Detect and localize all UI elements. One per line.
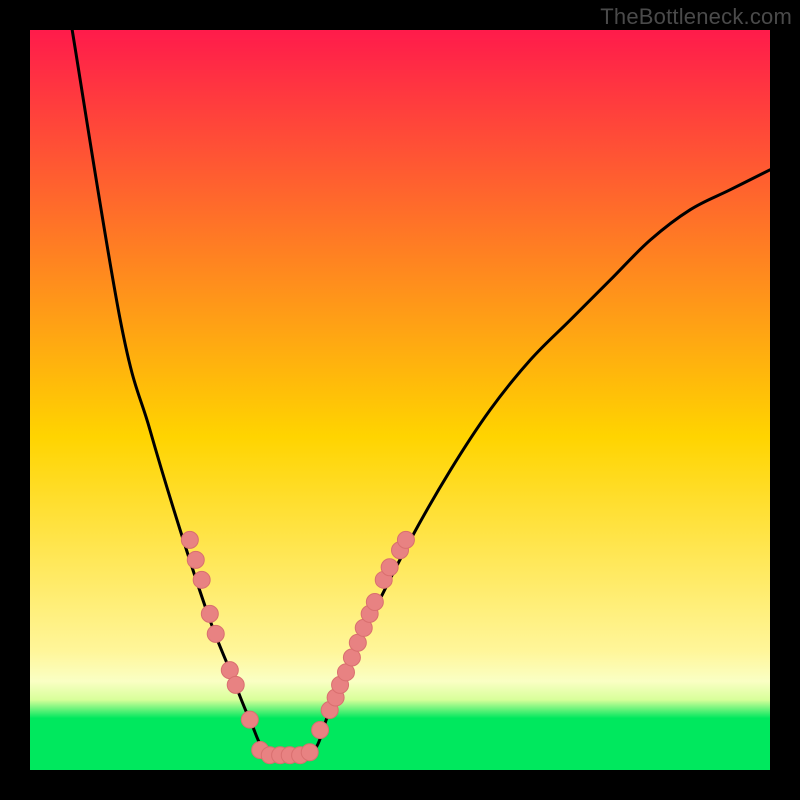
data-marker [312, 722, 329, 739]
data-marker [366, 594, 383, 611]
chart-frame: TheBottleneck.com [0, 0, 800, 800]
data-marker [241, 711, 258, 728]
data-marker [301, 744, 318, 761]
data-marker [227, 676, 244, 693]
data-marker [207, 625, 224, 642]
data-marker [181, 531, 198, 548]
chart-svg [30, 30, 770, 770]
watermark-text: TheBottleneck.com [600, 4, 792, 30]
data-marker [201, 605, 218, 622]
data-marker [381, 559, 398, 576]
data-marker [397, 531, 414, 548]
data-marker [193, 571, 210, 588]
data-marker [187, 551, 204, 568]
plot-area [30, 30, 770, 770]
